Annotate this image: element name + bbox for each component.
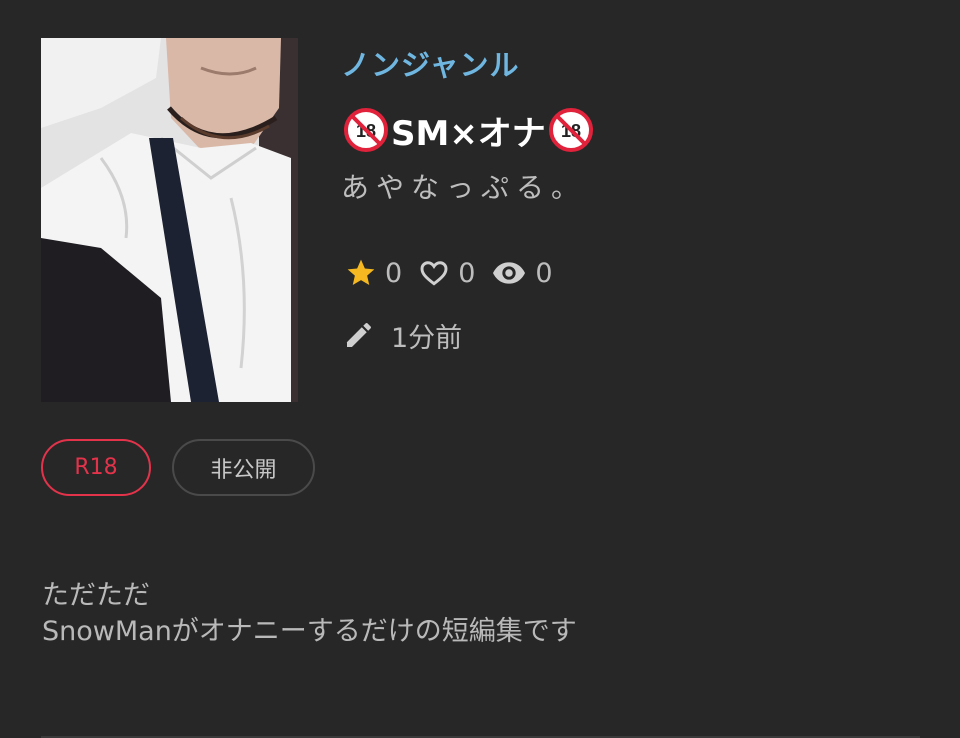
star-count-value: 0 bbox=[385, 257, 403, 289]
private-tag[interactable]: 非公開 bbox=[172, 439, 315, 496]
star-count: 0 bbox=[345, 257, 402, 289]
r18-tag[interactable]: R18 bbox=[41, 439, 151, 496]
eye-icon bbox=[491, 257, 527, 289]
heart-count-value: 0 bbox=[458, 257, 476, 289]
no-under-18-icon: 18 bbox=[548, 108, 593, 152]
view-count-value: 0 bbox=[535, 257, 553, 289]
no-under-18-icon: 18 bbox=[344, 108, 388, 152]
star-icon bbox=[345, 257, 377, 289]
description-line-2: SnowManがオナニーするだけの短編集です bbox=[42, 616, 577, 647]
genre-label[interactable]: ノンジャンル bbox=[341, 42, 520, 84]
author-name[interactable]: あやなっぷる。 bbox=[341, 166, 586, 206]
work-title-text: SM×オナ bbox=[391, 113, 546, 154]
heart-icon bbox=[418, 257, 450, 289]
updated-time-value: 1分前 bbox=[391, 322, 463, 354]
description-line-1: ただただ bbox=[42, 580, 150, 611]
cover-image[interactable] bbox=[41, 38, 298, 402]
updated-time: 1分前 bbox=[343, 316, 462, 354]
work-title[interactable]: 18 SM×オナ 18 bbox=[341, 105, 596, 155]
stats-row: 0 0 0 bbox=[345, 254, 569, 292]
pencil-icon bbox=[343, 319, 375, 351]
view-count: 0 bbox=[491, 257, 553, 289]
cover-photo bbox=[41, 38, 298, 402]
heart-count: 0 bbox=[418, 257, 475, 289]
description: ただただ SnowManがオナニーするだけの短編集です bbox=[42, 578, 577, 650]
